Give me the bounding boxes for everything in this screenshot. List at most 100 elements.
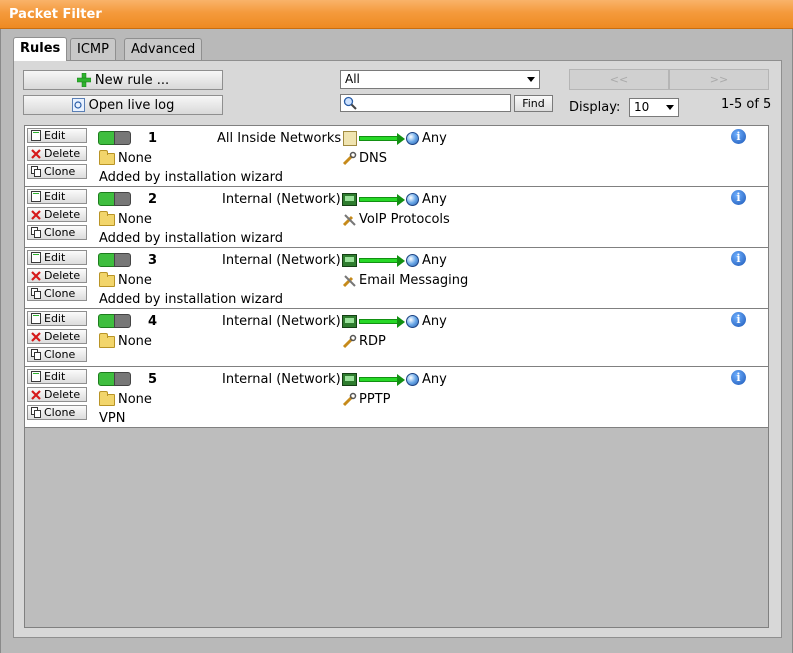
tab-advanced[interactable]: Advanced <box>124 38 203 60</box>
rule-enabled-toggle[interactable] <box>98 253 131 267</box>
globe-icon <box>406 132 419 145</box>
rule-destination[interactable]: Any <box>422 131 447 146</box>
table-row: Edit Delete Clone 2 Internal (Network) A… <box>25 187 768 248</box>
chevron-down-icon <box>666 105 674 110</box>
clone-button[interactable]: Clone <box>27 286 87 301</box>
edit-icon <box>31 313 41 324</box>
clone-button[interactable]: Clone <box>27 225 87 240</box>
find-button[interactable]: Find <box>514 95 553 112</box>
delete-button[interactable]: Delete <box>27 268 87 283</box>
search-input[interactable] <box>340 94 511 112</box>
rule-group: None <box>118 212 152 227</box>
delete-button[interactable]: Delete <box>27 387 87 402</box>
rule-number: 4 <box>148 314 158 329</box>
clone-label: Clone <box>44 226 76 239</box>
rule-destination[interactable]: Any <box>422 192 447 207</box>
delete-x-icon <box>31 148 41 159</box>
folder-icon <box>99 211 115 226</box>
rule-service[interactable]: Email Messaging <box>359 273 468 288</box>
edit-button[interactable]: Edit <box>27 250 87 265</box>
rule-enabled-toggle[interactable] <box>98 372 131 386</box>
rule-destination[interactable]: Any <box>422 314 447 329</box>
info-icon[interactable]: i <box>731 312 746 327</box>
delete-button[interactable]: Delete <box>27 329 87 344</box>
rule-enabled-toggle[interactable] <box>98 131 131 145</box>
globe-icon <box>406 373 419 386</box>
globe-icon <box>406 254 419 267</box>
tab-icmp[interactable]: ICMP <box>70 38 116 60</box>
new-rule-button[interactable]: New rule ... <box>23 70 223 90</box>
service-wrench-icon <box>342 151 357 166</box>
prev-page-button[interactable]: << <box>569 69 669 90</box>
toggle-off-segment <box>114 372 131 386</box>
delete-x-icon <box>31 270 41 281</box>
rule-enabled-toggle[interactable] <box>98 314 131 328</box>
rule-group: None <box>118 273 152 288</box>
plus-icon <box>76 73 91 87</box>
toggle-off-segment <box>114 314 131 328</box>
info-icon[interactable]: i <box>731 190 746 205</box>
filter-select[interactable]: All <box>340 70 540 89</box>
rule-service[interactable]: PPTP <box>359 392 390 407</box>
range-text: 1-5 of 5 <box>721 97 772 112</box>
clone-label: Clone <box>44 348 76 361</box>
delete-x-icon <box>31 389 41 400</box>
service-tools-icon <box>342 275 356 288</box>
delete-label: Delete <box>44 330 81 343</box>
edit-button[interactable]: Edit <box>27 128 87 143</box>
open-live-log-button[interactable]: Open live log <box>23 95 223 115</box>
globe-icon <box>406 193 419 206</box>
display-count-value: 10 <box>634 100 650 114</box>
clone-button[interactable]: Clone <box>27 164 87 179</box>
rule-destination[interactable]: Any <box>422 253 447 268</box>
rule-destination[interactable]: Any <box>422 372 447 387</box>
info-icon[interactable]: i <box>731 251 746 266</box>
next-page-button[interactable]: >> <box>669 69 769 90</box>
rule-source[interactable]: Internal (Network) <box>222 192 341 207</box>
document-icon <box>343 131 357 146</box>
delete-label: Delete <box>44 147 81 160</box>
edit-icon <box>31 191 41 202</box>
tab-rules[interactable]: Rules <box>13 37 68 61</box>
rule-service[interactable]: DNS <box>359 151 387 166</box>
toggle-on-segment <box>98 131 115 145</box>
rule-number: 3 <box>148 253 158 268</box>
rule-source[interactable]: Internal (Network) <box>222 253 341 268</box>
rule-enabled-toggle[interactable] <box>98 192 131 206</box>
folder-icon <box>99 150 115 165</box>
table-row: Edit Delete Clone 4 Internal (Network) A… <box>25 309 768 367</box>
rule-service[interactable]: RDP <box>359 334 386 349</box>
rule-service[interactable]: VoIP Protocols <box>359 212 450 227</box>
edit-label: Edit <box>44 251 66 264</box>
delete-button[interactable]: Delete <box>27 146 87 161</box>
service-wrench-icon <box>342 334 357 349</box>
rule-number: 1 <box>148 131 158 146</box>
rule-source[interactable]: Internal (Network) <box>222 372 341 387</box>
rule-comment: Added by installation wizard <box>99 292 283 307</box>
edit-button[interactable]: Edit <box>27 189 87 204</box>
delete-button[interactable]: Delete <box>27 207 87 222</box>
edit-button[interactable]: Edit <box>27 311 87 326</box>
network-card-icon <box>342 315 357 328</box>
clone-icon <box>31 349 41 360</box>
info-icon[interactable]: i <box>731 129 746 144</box>
info-icon[interactable]: i <box>731 370 746 385</box>
rule-comment: VPN <box>99 411 126 426</box>
rule-source[interactable]: Internal (Network) <box>222 314 341 329</box>
rule-group: None <box>118 392 152 407</box>
edit-button[interactable]: Edit <box>27 369 87 384</box>
display-label: Display: <box>569 100 621 115</box>
table-row: Edit Delete Clone 5 Internal (Network) A… <box>25 367 768 428</box>
display-count-select[interactable]: 10 <box>629 98 679 117</box>
network-card-icon <box>342 254 357 267</box>
clone-icon <box>31 166 41 177</box>
edit-label: Edit <box>44 370 66 383</box>
clone-button[interactable]: Clone <box>27 405 87 420</box>
rule-comment: Added by installation wizard <box>99 231 283 246</box>
clone-button[interactable]: Clone <box>27 347 87 362</box>
globe-icon <box>406 315 419 328</box>
rule-group: None <box>118 334 152 349</box>
service-wrench-icon <box>342 392 357 407</box>
rule-source[interactable]: All Inside Networks <box>217 131 341 146</box>
new-rule-label: New rule ... <box>94 72 170 88</box>
